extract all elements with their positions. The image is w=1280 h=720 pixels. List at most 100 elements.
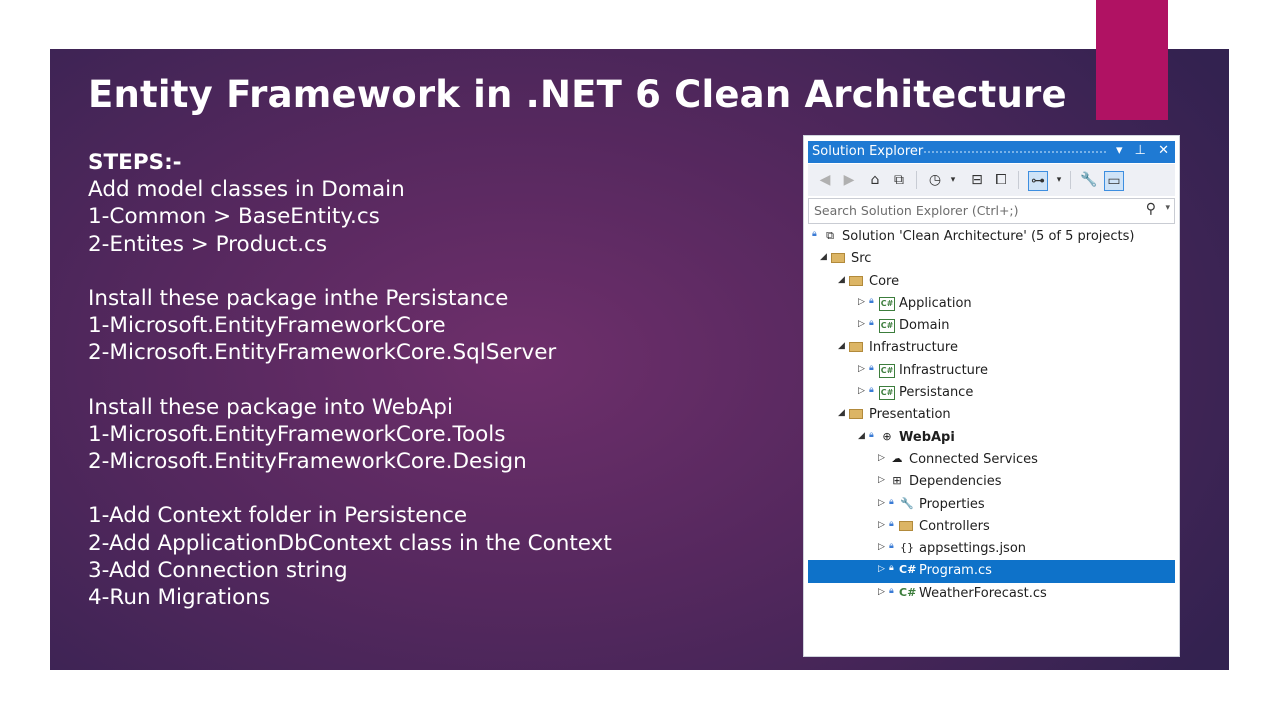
steps-line: [88, 475, 788, 502]
titlebar-grip: [923, 150, 1108, 155]
collapse-arrow-icon[interactable]: ◢: [858, 431, 865, 441]
csharp-file-icon: C#: [899, 563, 917, 577]
steps-line: 4-Run Migrations: [88, 585, 271, 610]
tree-item[interactable]: ▷ 🔒︎ C# Program.cs: [808, 560, 1175, 583]
solution-explorer-titlebar[interactable]: Solution Explorer ▾ ⊥ ✕: [808, 141, 1175, 163]
expand-arrow-icon[interactable]: ▷: [858, 386, 865, 396]
steps-line: 2-Add ApplicationDbContext class in the …: [88, 530, 612, 556]
connected-services-icon: ☁: [891, 451, 903, 465]
lock-icon: 🔒︎: [889, 541, 894, 552]
tree-item[interactable]: ▷ 🔒︎ C# Domain: [808, 315, 1175, 337]
window-position-dropdown-icon[interactable]: ▾: [1116, 143, 1123, 158]
steps-line: Add model classes in Domain: [88, 177, 405, 203]
search-solution-explorer-input[interactable]: Search Solution Explorer (Ctrl+;) ⚲ ▾: [808, 198, 1175, 224]
collapse-all-icon[interactable]: ⊟: [968, 171, 986, 189]
expand-arrow-icon[interactable]: ▷: [858, 364, 865, 374]
tree-item-label: Application: [899, 295, 972, 311]
lock-icon: 🔒︎: [889, 496, 894, 507]
collapse-arrow-icon[interactable]: ◢: [838, 408, 845, 418]
tree-item-label: appsettings.json: [919, 541, 1027, 557]
steps-line: 1-Microsoft.EntityFrameworkCore: [88, 313, 446, 339]
steps-text-block: STEPS:- Add model classes in Domain 1-Comm…: [88, 149, 788, 611]
folder-icon: [849, 409, 863, 420]
chevron-down-icon[interactable]: ▾: [944, 171, 962, 189]
home-icon[interactable]: ⌂: [866, 171, 884, 189]
tree-item[interactable]: ▷ ☁ Connected Services: [808, 449, 1175, 471]
tree-item-label: Src: [851, 251, 872, 267]
dependencies-icon: ⊞: [892, 474, 902, 488]
csharp-project-icon: C#: [879, 363, 895, 378]
expand-arrow-icon[interactable]: ▷: [878, 498, 885, 508]
tree-item[interactable]: ▷ 🔒︎ 🔧 Properties: [808, 494, 1175, 516]
expand-arrow-icon[interactable]: ▷: [858, 297, 865, 307]
show-all-files-icon[interactable]: ⧠: [992, 171, 1010, 189]
close-icon[interactable]: ✕: [1158, 143, 1169, 158]
tree-item[interactable]: ▷ ⊞ Dependencies: [808, 471, 1175, 493]
chevron-down-icon[interactable]: ▾: [1050, 171, 1068, 189]
tree-item-label: Properties: [919, 496, 985, 512]
steps-line: 1-Common > BaseEntity.cs: [88, 204, 380, 230]
pending-changes-filter-icon[interactable]: ◷: [926, 171, 944, 189]
tree-item[interactable]: ▷ 🔒︎ {} appsettings.json: [808, 538, 1175, 560]
tree-item[interactable]: ▷ 🔒︎ C# WeatherForecast.cs: [808, 583, 1175, 605]
collapse-arrow-icon[interactable]: ◢: [820, 252, 827, 262]
tree-item-label: Program.cs: [919, 563, 992, 579]
forward-icon[interactable]: ▶: [840, 171, 858, 189]
folder-icon: [831, 253, 845, 264]
tree-item-label: Infrastructure: [899, 362, 988, 378]
preview-selected-items-icon[interactable]: ▭: [1104, 171, 1124, 191]
expand-arrow-icon[interactable]: ▷: [878, 453, 885, 463]
sync-with-active-document-icon[interactable]: ⊶: [1028, 171, 1048, 191]
steps-line: [88, 367, 788, 394]
tree-item-label: Presentation: [869, 407, 951, 423]
tree-item-label: WeatherForecast.cs: [919, 585, 1047, 601]
tree-item[interactable]: ◢ Src: [808, 248, 1175, 270]
folder-icon: [849, 342, 863, 353]
tree-item-label: Dependencies: [909, 474, 1002, 490]
steps-line: 2-Entites > Product.cs: [88, 231, 328, 257]
json-file-icon: {}: [900, 541, 914, 555]
tree-item[interactable]: ◢ Presentation: [808, 404, 1175, 426]
steps-line: 1-Microsoft.EntityFrameworkCore.Tools: [88, 421, 506, 447]
expand-arrow-icon[interactable]: ▷: [878, 542, 885, 552]
folder-icon: [899, 520, 913, 531]
expand-arrow-icon[interactable]: ▷: [858, 319, 865, 329]
properties-wrench-icon[interactable]: 🔧: [1080, 171, 1098, 189]
tree-item-label: Controllers: [919, 518, 990, 534]
expand-arrow-icon[interactable]: ▷: [878, 564, 885, 574]
steps-line: 2-Microsoft.EntityFrameworkCore.Design: [88, 449, 527, 475]
back-icon[interactable]: ◀: [816, 171, 834, 189]
steps-heading: STEPS:-: [88, 150, 182, 175]
tree-item[interactable]: ▷ 🔒︎ Controllers: [808, 516, 1175, 538]
steps-line: [88, 258, 788, 285]
csharp-project-icon: C#: [879, 319, 895, 334]
lock-icon: 🔒︎: [889, 585, 894, 596]
search-icon[interactable]: ⚲: [1146, 201, 1156, 217]
expand-arrow-icon[interactable]: ▷: [878, 520, 885, 530]
solution-tree: 🔒︎ ⧉ Solution 'Clean Architecture' (5 of 5…: [808, 226, 1175, 605]
tree-item[interactable]: ▷ 🔒︎ C# Infrastructure: [808, 360, 1175, 382]
properties-icon: 🔧: [900, 496, 914, 510]
tree-item-label: WebApi: [899, 429, 955, 445]
collapse-arrow-icon[interactable]: ◢: [838, 275, 845, 285]
tree-item[interactable]: ◢ Infrastructure: [808, 337, 1175, 359]
chevron-down-icon[interactable]: ▾: [1165, 203, 1170, 213]
lock-icon: 🔒︎: [869, 429, 874, 440]
tree-item[interactable]: ◢ 🔒︎ ⊕ WebApi: [808, 427, 1175, 449]
tree-item[interactable]: ◢ Core: [808, 271, 1175, 293]
steps-line: 3-Add Connection string: [88, 557, 348, 583]
pin-icon[interactable]: ⊥: [1135, 143, 1146, 158]
tree-item[interactable]: ▷ 🔒︎ C# Application: [808, 293, 1175, 315]
expand-arrow-icon[interactable]: ▷: [878, 475, 885, 485]
collapse-arrow-icon[interactable]: ◢: [838, 341, 845, 351]
tree-item-label: Infrastructure: [869, 340, 958, 356]
expand-arrow-icon[interactable]: ▷: [878, 587, 885, 597]
tree-item[interactable]: 🔒︎ ⧉ Solution 'Clean Architecture' (5 of 5…: [808, 226, 1175, 248]
tree-item-label: Domain: [899, 318, 950, 334]
steps-line: Install these package into WebApi: [88, 394, 453, 420]
tree-item-label: Core: [869, 273, 900, 289]
switch-views-icon[interactable]: ⧉: [890, 171, 908, 189]
accent-bar: [1096, 0, 1168, 120]
tree-item[interactable]: ▷ 🔒︎ C# Persistance: [808, 382, 1175, 404]
lock-icon: 🔒︎: [869, 318, 874, 329]
